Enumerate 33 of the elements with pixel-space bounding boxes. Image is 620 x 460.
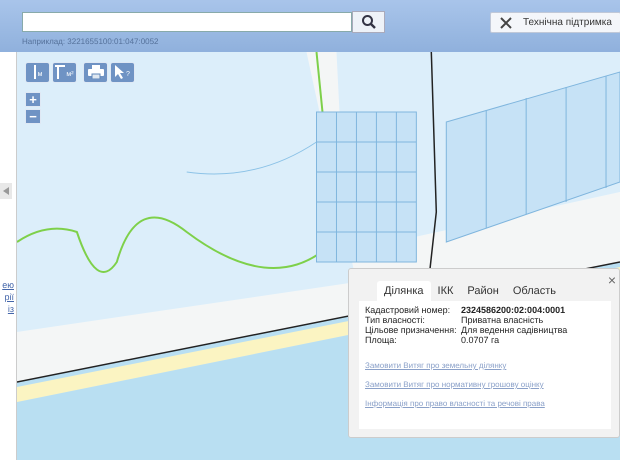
printer-icon: [88, 65, 104, 79]
field-label: Кадастровий номер:: [365, 305, 452, 315]
link[interactable]: Інформація про право власності та речові права: [365, 399, 605, 408]
tab[interactable]: Район: [460, 281, 506, 301]
cursor-icon: [115, 65, 126, 79]
zoom-in-button[interactable]: +: [25, 92, 41, 107]
search-button[interactable]: [352, 11, 385, 33]
link[interactable]: Замовити Витяг про нормативну грошову оцінку: [365, 380, 605, 389]
side-link[interactable]: ею: [2, 279, 14, 291]
field-value: 2324586200:02:004:0001: [461, 305, 566, 315]
support-button[interactable]: Технічна підтримка: [490, 12, 620, 33]
tab[interactable]: Ділянка: [377, 281, 431, 301]
collapse-tab[interactable]: [0, 183, 12, 199]
search-icon: [360, 14, 376, 30]
side-link[interactable]: рії: [4, 291, 14, 303]
field-value: Приватна власність: [461, 315, 544, 325]
link[interactable]: Замовити Витяг про земельну ділянку: [365, 361, 605, 370]
close-button[interactable]: ×: [608, 272, 616, 288]
field-label: Тип власності:: [365, 315, 426, 325]
ruler-icon: [55, 65, 66, 79]
search-field[interactable]: [22, 12, 352, 32]
tab[interactable]: Область: [506, 281, 563, 301]
zoom-out-button[interactable]: −: [25, 109, 41, 124]
field-label: Площа:: [365, 335, 398, 345]
tab[interactable]: ІКК: [430, 281, 460, 301]
ruler-icon: [32, 65, 37, 79]
field-value: Для ведення садівництва: [461, 325, 568, 335]
print-button[interactable]: [83, 62, 108, 83]
search-hint: Наприклад: 3221655100:01:047:0052: [22, 37, 160, 46]
side-link[interactable]: із: [8, 303, 14, 315]
field-value: 0.0707 га: [461, 335, 500, 345]
field-label: Цільове призначення:: [365, 325, 458, 335]
left-arrow-icon: [3, 187, 9, 195]
